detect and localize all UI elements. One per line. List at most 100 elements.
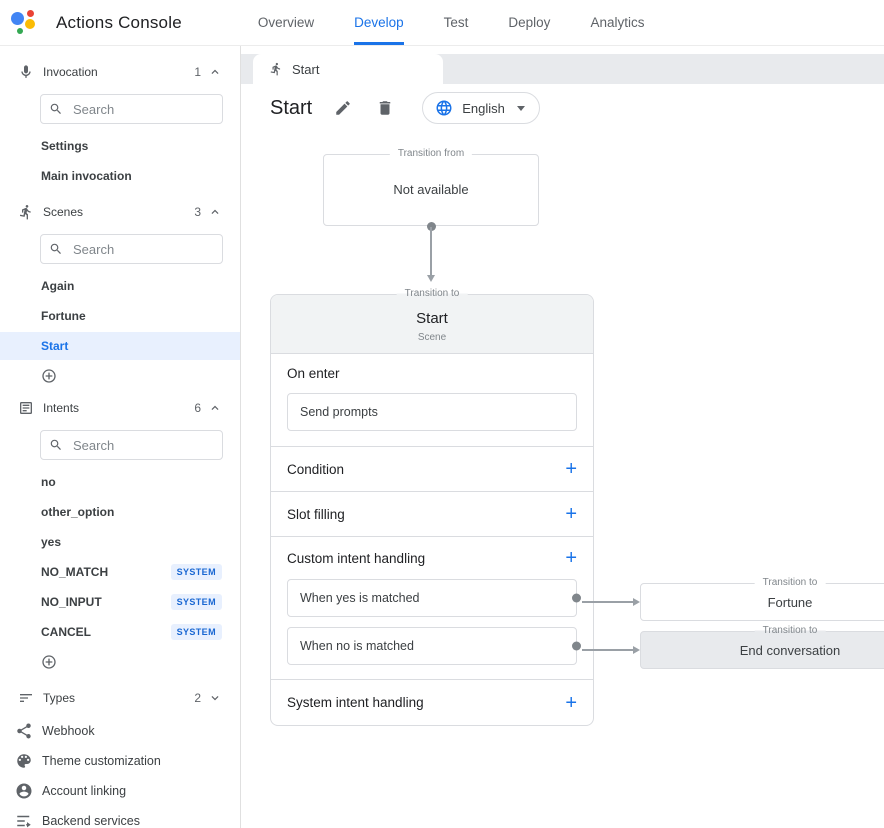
custom-intent-section: Custom intent handling + When yes is mat… (271, 537, 593, 680)
sidebar-item-settings[interactable]: Settings (0, 132, 240, 160)
on-enter-section: On enter Send prompts (271, 354, 593, 447)
add-custom-intent-button[interactable]: + (565, 548, 577, 568)
scene-card: Transition to Start Scene On enter Send … (270, 294, 594, 726)
chevron-up-icon[interactable] (208, 205, 222, 219)
link-label: Account linking (42, 784, 126, 798)
sidebar-link-webhook[interactable]: Webhook (0, 716, 240, 746)
sidebar-item-start[interactable]: Start (0, 332, 240, 360)
sidebar-item-other-option[interactable]: other_option (0, 498, 240, 526)
link-label: Theme customization (42, 754, 161, 768)
system-badge: SYSTEM (171, 624, 222, 640)
tab-start[interactable]: Start (253, 54, 443, 84)
condition-label: Condition (287, 462, 344, 477)
intent-label: NO_MATCH (41, 565, 108, 579)
connector-line (430, 227, 432, 275)
nav-deploy[interactable]: Deploy (508, 0, 550, 45)
edit-icon[interactable] (334, 98, 354, 118)
scene-card-subtitle: Scene (271, 332, 593, 343)
sidebar-link-theme-customization[interactable]: Theme customization (0, 746, 240, 776)
handler-no-matched[interactable]: When no is matched (287, 627, 577, 665)
add-circle-icon[interactable] (41, 654, 57, 670)
invocation-search-input[interactable] (71, 101, 214, 118)
sidebar-item-no-match[interactable]: NO_MATCH SYSTEM (0, 558, 240, 586)
tab-label: Start (292, 62, 319, 77)
scene-title: Start (270, 97, 312, 120)
language-selector[interactable]: English (422, 92, 540, 124)
scene-card-header[interactable]: Start Scene (271, 295, 593, 354)
slot-filling-label: Slot filling (287, 507, 345, 522)
intents-search (40, 430, 223, 460)
section-count: 6 (194, 401, 201, 415)
transition-target-end-conversation[interactable]: Transition to End conversation (640, 631, 884, 669)
transition-to-label: Transition to (755, 577, 826, 588)
app-root: Actions Console Overview Develop Test De… (0, 0, 884, 828)
top-nav: Overview Develop Test Deploy Analytics (238, 0, 665, 45)
handler-label: When no is matched (300, 639, 414, 653)
nav-develop[interactable]: Develop (354, 0, 404, 45)
sidebar-item-main-invocation[interactable]: Main invocation (0, 162, 240, 190)
assistant-logo-icon[interactable] (10, 9, 38, 37)
sidebar-item-fortune[interactable]: Fortune (0, 302, 240, 330)
handler-yes-matched[interactable]: When yes is matched (287, 579, 577, 617)
palette-icon (15, 752, 33, 770)
custom-intent-label: Custom intent handling (287, 551, 425, 566)
tab-strip: Start (241, 54, 884, 84)
scenes-search-input[interactable] (71, 241, 214, 258)
nav-analytics[interactable]: Analytics (590, 0, 644, 45)
delete-icon[interactable] (376, 98, 396, 118)
section-count: 3 (194, 205, 201, 219)
sidebar-section-intents[interactable]: Intents 6 (0, 394, 240, 422)
mic-icon (18, 64, 34, 80)
sidebar-link-backend-services[interactable]: Backend services (0, 806, 240, 828)
intents-icon (18, 400, 34, 416)
chevron-down-icon[interactable] (208, 691, 222, 705)
add-scene-row (0, 362, 240, 390)
link-label: Webhook (42, 724, 95, 738)
add-system-intent-button[interactable]: + (565, 693, 577, 713)
account-icon (15, 782, 33, 800)
transition-to-label: Transition to (397, 288, 468, 299)
nav-overview[interactable]: Overview (258, 0, 314, 45)
nav-test[interactable]: Test (444, 0, 469, 45)
search-icon (49, 102, 63, 116)
scenes-search (40, 234, 223, 264)
sidebar-item-no[interactable]: no (0, 468, 240, 496)
add-intent-row (0, 648, 240, 676)
globe-icon (435, 99, 453, 117)
condition-section: Condition + (271, 447, 593, 492)
send-prompts-item[interactable]: Send prompts (287, 393, 577, 431)
add-slot-button[interactable]: + (565, 504, 577, 524)
sidebar-link-account-linking[interactable]: Account linking (0, 776, 240, 806)
shell: Invocation 1 Settings Main invocation Sc… (0, 46, 884, 828)
connector-line (582, 649, 633, 651)
types-icon (18, 690, 34, 706)
connector-line (582, 601, 633, 603)
sidebar-item-cancel[interactable]: CANCEL SYSTEM (0, 618, 240, 646)
language-label: English (462, 101, 505, 116)
add-condition-button[interactable]: + (565, 459, 577, 479)
transition-target-fortune[interactable]: Transition to Fortune (640, 583, 884, 621)
link-label: Backend services (42, 814, 140, 828)
sidebar-section-invocation[interactable]: Invocation 1 (0, 58, 240, 86)
sidebar-section-scenes[interactable]: Scenes 3 (0, 198, 240, 226)
sidebar-item-again[interactable]: Again (0, 272, 240, 300)
connector-dot (572, 594, 581, 603)
chevron-up-icon[interactable] (208, 65, 222, 79)
search-icon (49, 242, 63, 256)
intents-search-input[interactable] (71, 437, 214, 454)
system-badge: SYSTEM (171, 564, 222, 580)
chevron-up-icon[interactable] (208, 401, 222, 415)
sidebar-section-types[interactable]: Types 2 (0, 684, 240, 712)
run-icon (18, 204, 34, 220)
add-circle-icon[interactable] (41, 368, 57, 384)
sidebar-item-yes[interactable]: yes (0, 528, 240, 556)
caret-down-icon (517, 106, 525, 111)
run-icon (269, 62, 283, 76)
scene-card-title: Start (271, 310, 593, 327)
target-value: End conversation (740, 643, 840, 658)
transition-from-box: Transition from Not available (323, 154, 539, 226)
target-value: Fortune (768, 595, 813, 610)
slot-filling-section: Slot filling + (271, 492, 593, 537)
sidebar-item-no-input[interactable]: NO_INPUT SYSTEM (0, 588, 240, 616)
section-label: Invocation (43, 65, 98, 79)
